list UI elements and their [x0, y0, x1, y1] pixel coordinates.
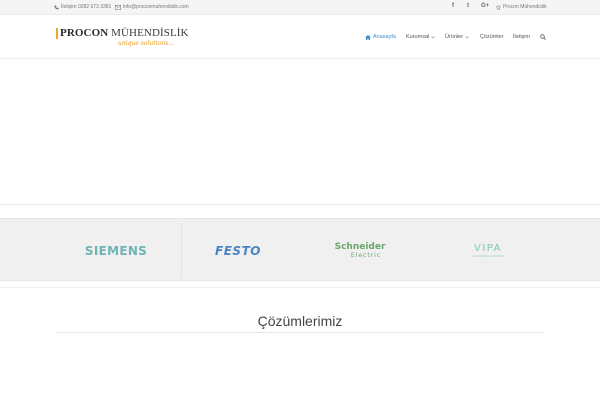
nav-item-urunler[interactable]: Ürünler: [445, 34, 469, 40]
nav-item-kurumsal[interactable]: Kurumsal: [406, 34, 435, 40]
brand-logos-strip: SIEMENS FESTO Schneider Electric VIPA A …: [0, 218, 600, 281]
nav-item-cozumler[interactable]: Çözümler: [480, 34, 504, 40]
phone-icon: [54, 5, 59, 10]
section-title: Çözümlerimiz: [257, 313, 343, 329]
section-title-underline: [56, 332, 544, 333]
hero-slider: [0, 60, 600, 204]
nav-label: Anasayfa: [373, 34, 396, 40]
schneider-logo-top: Schneider: [334, 242, 386, 252]
nav-item-iletisim[interactable]: İletişim: [513, 34, 530, 40]
schneider-electric-logo[interactable]: Schneider Electric: [300, 219, 420, 282]
home-icon: [365, 34, 371, 40]
vipa-logo[interactable]: VIPA A YASKAWA COMPANY: [428, 219, 548, 282]
section-divider: [0, 287, 600, 288]
star-icon: [496, 4, 501, 10]
schneider-logo-bottom: Electric: [350, 252, 382, 259]
brand-link-text: Procon Mühendislik: [503, 4, 547, 10]
nav-label: Ürünler: [445, 34, 464, 40]
envelope-icon: [115, 4, 121, 10]
nav-label: Kurumsal: [406, 34, 430, 40]
nav-label: İletişim: [513, 34, 531, 40]
main-nav: Anasayfa Kurumsal Ürünler Çözümler İleti…: [0, 34, 600, 42]
email-contact[interactable]: info@proconmuhendislik.com: [115, 4, 189, 10]
chevron-down-icon: [465, 35, 469, 39]
google-plus-icon[interactable]: G+: [481, 3, 489, 9]
top-bar: İletişim 0282 673 3381 info@proconmuhend…: [0, 0, 600, 15]
vipa-logo-word: VIPA: [473, 243, 503, 254]
phone-contact[interactable]: İletişim 0282 673 3381: [54, 4, 111, 10]
brand-link[interactable]: Procon Mühendislik: [496, 4, 547, 10]
nav-label: Çözümler: [480, 34, 504, 40]
twitter-icon[interactable]: t: [467, 3, 469, 9]
chevron-down-icon: [431, 35, 435, 39]
festo-logo[interactable]: FESTO: [178, 219, 298, 282]
search-icon[interactable]: [540, 34, 546, 40]
vipa-logo-sub: A YASKAWA COMPANY: [471, 254, 505, 258]
nav-item-anasayfa[interactable]: Anasayfa: [365, 34, 396, 40]
siemens-logo[interactable]: SIEMENS: [56, 219, 176, 282]
phone-text: İletişim 0282 673 3381: [61, 4, 112, 10]
facebook-icon[interactable]: f: [452, 3, 454, 9]
site-logo[interactable]: PROCON MÜHENDİSLİK unique solutions...: [56, 27, 189, 56]
hero-divider: [0, 204, 600, 205]
email-text: info@proconmuhendislik.com: [123, 4, 189, 10]
